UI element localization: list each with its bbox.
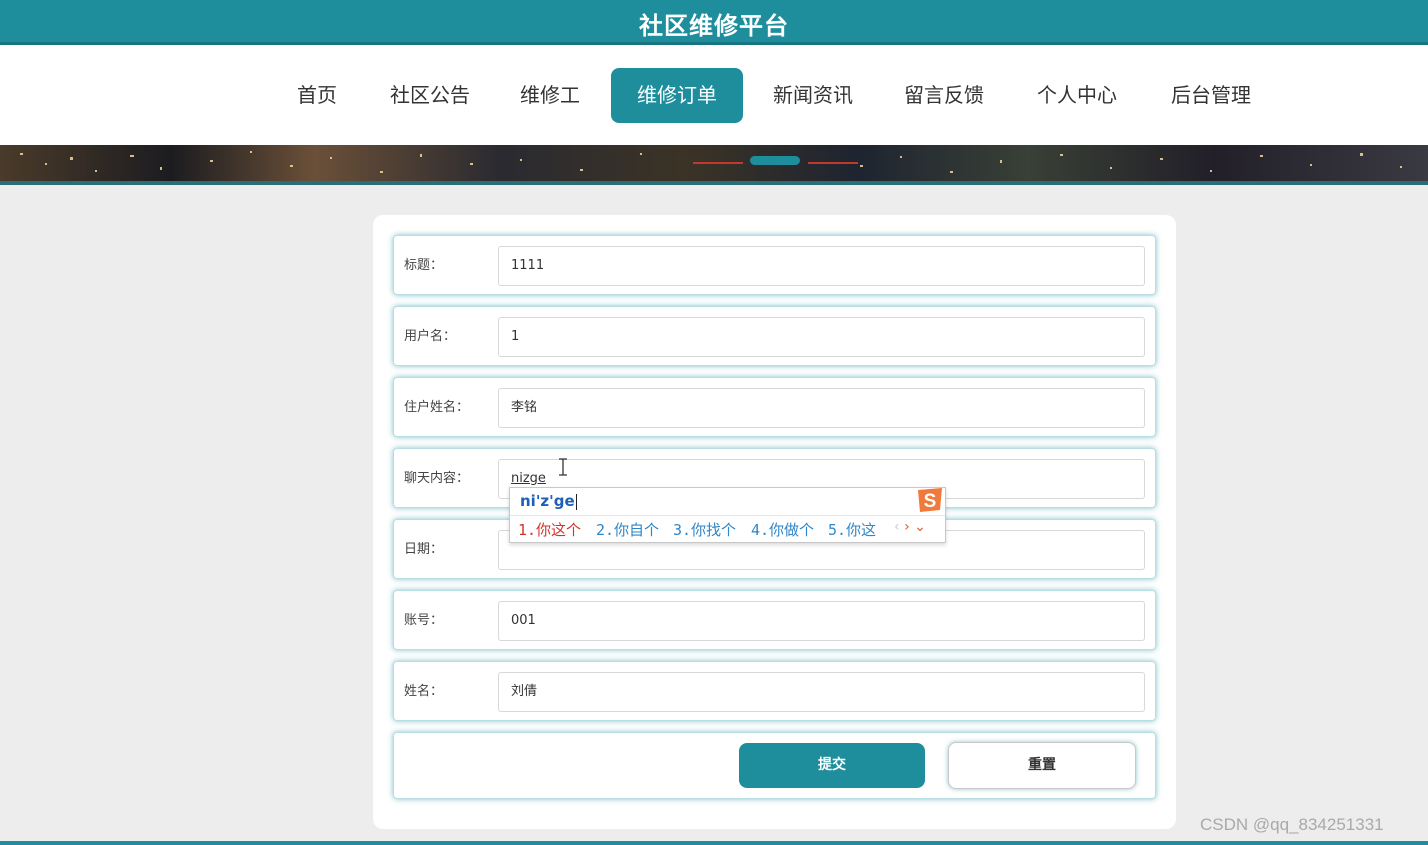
form-row-account: 账号： 001: [393, 590, 1156, 650]
resident-name-label: 住户姓名：: [404, 400, 470, 415]
ime-pinyin-text: ni'z'ge: [520, 492, 575, 510]
form-row-username: 用户名： 1: [393, 306, 1156, 366]
watermark-text: CSDN @qq_834251331: [1200, 815, 1384, 834]
form-row-name: 姓名： 刘倩: [393, 661, 1156, 721]
account-label: 账号：: [404, 613, 444, 628]
account-input[interactable]: 001: [498, 601, 1145, 641]
sogou-logo-icon: S: [918, 488, 942, 512]
ime-candidate-4[interactable]: 4.你做个: [751, 519, 814, 540]
ime-expand-icon[interactable]: ⌄: [914, 519, 926, 535]
nav-item-profile[interactable]: 个人中心: [1027, 68, 1127, 123]
name-input[interactable]: 刘倩: [498, 672, 1145, 712]
name-label: 姓名：: [404, 684, 444, 699]
ime-page-arrows: ‹ › ⌄: [894, 519, 926, 535]
ime-next-page-icon[interactable]: ›: [904, 519, 910, 535]
ime-prev-page-icon[interactable]: ‹: [894, 519, 900, 535]
nav-item-home[interactable]: 首页: [282, 68, 352, 123]
banner-image: [0, 145, 1428, 185]
site-title: 社区维修平台: [639, 12, 789, 40]
submit-button[interactable]: 提交: [739, 743, 925, 788]
banner-bottom-strip: [0, 181, 1428, 185]
resident-name-input[interactable]: 李铭: [498, 388, 1145, 428]
form-row-title: 标题： 1111: [393, 235, 1156, 295]
ime-candidate-5[interactable]: 5.你这: [828, 519, 876, 540]
ime-candidate-1[interactable]: 1.你这个: [518, 519, 581, 540]
username-label: 用户名：: [404, 329, 457, 344]
ime-candidate-popup: ni'z'ge S 1.你这个 2.你自个 3.你找个 4.你做个 5.你这 ‹…: [509, 487, 946, 543]
carousel-indicator-line: [693, 162, 743, 164]
nav-item-repair-orders[interactable]: 维修订单: [611, 68, 743, 123]
carousel-indicator-line: [808, 162, 858, 164]
title-label: 标题：: [404, 258, 444, 273]
nav-item-feedback[interactable]: 留言反馈: [894, 68, 994, 123]
ime-candidate-3[interactable]: 3.你找个: [673, 519, 736, 540]
text-cursor-icon: [559, 458, 567, 476]
title-input[interactable]: 1111: [498, 246, 1145, 286]
ime-divider: [510, 515, 945, 516]
ime-caret: [575, 493, 577, 510]
form-row-resident-name: 住户姓名： 李铭: [393, 377, 1156, 437]
carousel-indicator-active[interactable]: [750, 156, 800, 165]
footer-bar: [0, 841, 1428, 845]
svg-text:S: S: [924, 491, 937, 512]
chat-content-label: 聊天内容：: [404, 471, 470, 486]
reset-button[interactable]: 重置: [948, 742, 1136, 789]
nav-item-repair-workers[interactable]: 维修工: [510, 68, 590, 123]
city-night-image: [20, 151, 1402, 173]
ime-pinyin-composition: ni'z'ge: [520, 492, 577, 510]
date-label: 日期：: [404, 542, 444, 557]
nav-item-admin[interactable]: 后台管理: [1161, 68, 1261, 123]
nav-item-news[interactable]: 新闻资讯: [763, 68, 863, 123]
main-nav: 首页 社区公告 维修工 维修订单 新闻资讯 留言反馈 个人中心 后台管理: [0, 45, 1428, 145]
top-header-bar: 社区维修平台: [0, 0, 1428, 45]
ime-candidate-2[interactable]: 2.你自个: [596, 519, 659, 540]
username-input[interactable]: 1: [498, 317, 1145, 357]
nav-item-announcements[interactable]: 社区公告: [380, 68, 480, 123]
